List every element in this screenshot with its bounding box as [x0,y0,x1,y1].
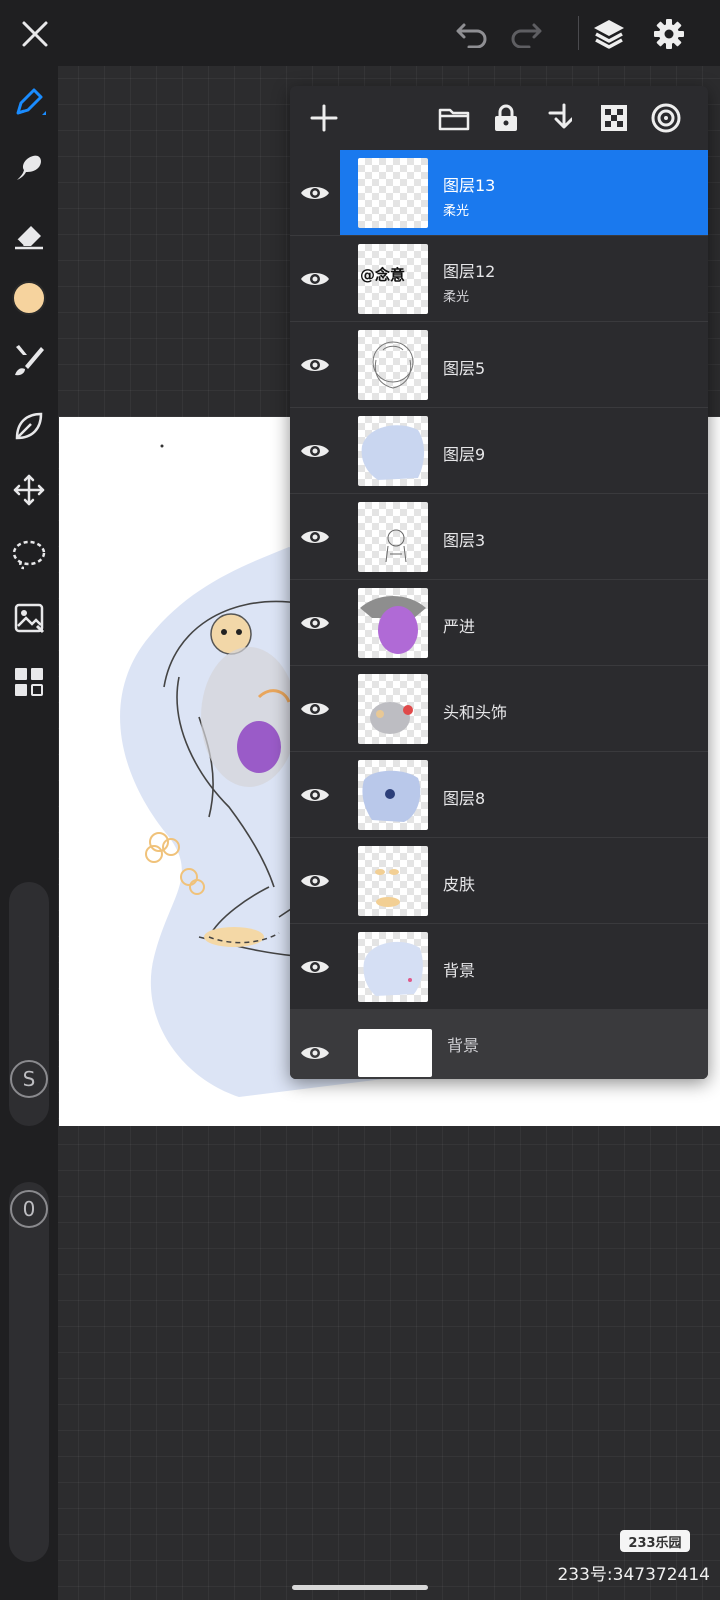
brush-icon[interactable] [7,338,51,382]
folder-icon[interactable] [434,98,474,138]
add-layer-icon[interactable] [304,98,344,138]
pen-icon[interactable] [7,80,51,124]
opacity-slider[interactable] [9,1182,49,1562]
redo-icon[interactable] [506,14,546,54]
layer-name: 图层13 [443,176,496,195]
layer-thumbnail [358,588,428,658]
layer-row-3[interactable]: 图层3 [290,494,708,580]
opacity-knob[interactable]: 0 [10,1190,48,1228]
layer-name: 图层3 [443,531,486,550]
layer-thumbnail [358,502,428,572]
layer-thumbnail [358,674,428,744]
eye-icon[interactable] [298,1036,332,1070]
layer-name: 图层12 [443,262,496,281]
mask-icon[interactable] [646,98,686,138]
layer-thumbnail [358,416,428,486]
layer-name: 严进 [443,617,476,636]
thumbnail-text: @念意 [360,266,406,284]
watermark-id: 233号:347372414 [557,1565,710,1585]
leaf-icon[interactable] [7,404,51,448]
layer-name: 图层5 [443,359,486,378]
smudge-icon[interactable] [7,146,51,190]
eye-icon[interactable] [298,864,332,898]
tool-sidebar: S 0 [0,66,58,1600]
layer-thumbnail [358,846,428,916]
layer-row-background-art[interactable]: 背景 [290,924,708,1010]
alpha-icon[interactable] [594,98,634,138]
layers-icon[interactable] [588,13,630,55]
eye-icon[interactable] [298,778,332,812]
layer-row-yanjin[interactable]: 严进 [290,580,708,666]
brush-size-knob[interactable]: S [10,1060,48,1098]
layer-thumbnail [358,932,428,1002]
layer-name: 背景 [443,961,476,980]
toolbar-divider [578,16,579,50]
layer-blend-mode: 柔光 [443,290,470,305]
layer-row-8[interactable]: 图层8 [290,752,708,838]
lock-icon[interactable] [486,98,526,138]
eye-icon[interactable] [298,950,332,984]
layer-name: 图层8 [443,789,486,808]
background-color-swatch [358,1029,432,1077]
layer-row-head[interactable]: 头和头饰 [290,666,708,752]
layers-panel-header [290,86,708,150]
layer-row-5[interactable]: 图层5 [290,322,708,408]
grid-icon[interactable] [7,660,51,704]
color-swatch[interactable] [7,276,51,320]
layer-row-12[interactable]: @念意 图层12 柔光 [290,236,708,322]
layer-row-13[interactable]: 图层13 柔光 [290,150,708,236]
layer-name: 皮肤 [443,875,476,894]
eye-icon[interactable] [298,692,332,726]
eye-icon[interactable] [298,520,332,554]
image-adjust-icon[interactable] [7,596,51,640]
transform-icon[interactable] [7,468,51,512]
layer-row-skin[interactable]: 皮肤 [290,838,708,924]
eye-icon[interactable] [298,348,332,382]
layer-name: 头和头饰 [443,703,508,722]
layer-thumbnail [358,158,428,228]
close-icon[interactable] [14,13,56,55]
watermark-badge: 233乐园 [620,1530,690,1552]
layer-blend-mode: 柔光 [443,204,470,219]
layer-name: 背景 [447,1036,480,1055]
merge-down-icon[interactable] [540,98,580,138]
eraser-icon[interactable] [7,212,51,256]
layer-thumbnail [358,760,428,830]
layer-row-9[interactable]: 图层9 [290,408,708,494]
eye-icon[interactable] [298,262,332,296]
top-bar [0,0,720,66]
home-indicator [292,1585,428,1590]
layer-thumbnail [358,330,428,400]
layers-panel: 图层13 柔光 @念意 图层12 柔光 图层5 图层9 图层3 严进 头和头饰 … [290,86,708,1079]
gear-icon[interactable] [648,13,690,55]
layer-name: 图层9 [443,445,486,464]
current-color [12,281,46,315]
lasso-icon[interactable] [7,532,51,576]
background-color-layer[interactable]: 背景 [290,1010,708,1079]
eye-icon[interactable] [298,434,332,468]
eye-icon[interactable] [298,606,332,640]
undo-icon[interactable] [452,14,492,54]
layer-thumbnail: @念意 [358,244,428,314]
eye-icon[interactable] [298,176,332,210]
